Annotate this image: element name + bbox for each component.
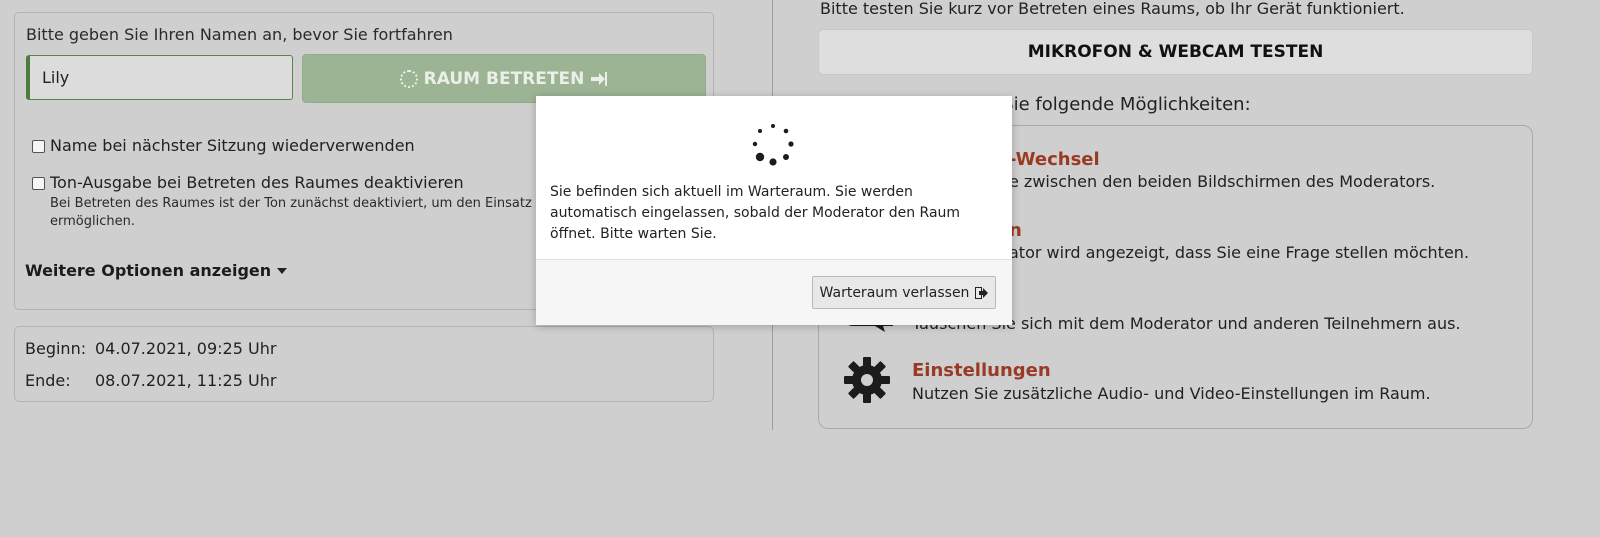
gear-icon: [844, 357, 890, 403]
reuse-name-label: Name bei nächster Sitzung wiederverwende…: [50, 136, 415, 155]
test-hint: Bitte testen Sie kurz vor Betreten eines…: [820, 0, 1405, 18]
mic-webcam-test-button[interactable]: MIKROFON & WEBCAM TESTEN: [818, 29, 1533, 75]
mute-hint-line-1: Bei Betreten des Raumes ist der Ton zunä…: [50, 196, 573, 211]
caret-down-icon: [277, 267, 288, 274]
mute-audio-checkbox[interactable]: [32, 177, 45, 190]
reuse-name-checkbox[interactable]: [32, 140, 45, 153]
end-label: Ende:: [25, 371, 71, 390]
leave-waiting-room-button[interactable]: Warteraum verlassen: [812, 276, 996, 309]
loading-spinner-icon: [752, 124, 794, 166]
feature-title-settings: Einstellungen: [912, 360, 1051, 381]
schedule-card: Beginn: 04.07.2021, 09:25 Uhr Ende: 08.0…: [14, 326, 714, 402]
waiting-room-dialog: Sie befinden sich aktuell im Warteraum. …: [536, 96, 1012, 325]
dialog-footer: Warteraum verlassen: [536, 259, 1012, 325]
start-label: Beginn:: [25, 339, 87, 358]
sign-out-icon: [975, 286, 989, 299]
name-input[interactable]: [26, 55, 293, 100]
more-options-toggle[interactable]: Weitere Optionen anzeigen: [25, 261, 288, 280]
feature-desc-settings: Nutzen Sie zusätzliche Audio- und Video-…: [912, 384, 1431, 403]
loading-spinner-icon: [399, 69, 418, 88]
name-prompt: Bitte geben Sie Ihren Namen an, bevor Si…: [26, 25, 453, 44]
leave-waiting-room-label: Warteraum verlassen: [819, 284, 970, 301]
start-value: 04.07.2021, 09:25 Uhr: [95, 339, 277, 358]
feature-title-screen-switch: -Wechsel: [1009, 149, 1100, 170]
end-value: 08.07.2021, 11:25 Uhr: [95, 371, 277, 390]
enter-room-label: RAUM BETRETEN: [423, 68, 585, 89]
mute-audio-label: Ton-Ausgabe bei Betreten des Raumes deak…: [50, 173, 464, 192]
waiting-room-message: Sie befinden sich aktuell im Warteraum. …: [550, 184, 961, 242]
feature-desc-screen-switch: e zwischen den beiden Bildschirmen des M…: [1009, 172, 1436, 191]
more-options-label: Weitere Optionen anzeigen: [25, 261, 272, 280]
sign-in-icon: [591, 71, 608, 86]
features-heading: en Sie folgende Möglichkeiten:: [974, 94, 1251, 115]
feature-desc-question: ator wird angezeigt, dass Sie eine Frage…: [1009, 243, 1470, 262]
mute-hint-line-2: ermöglichen.: [50, 214, 135, 229]
